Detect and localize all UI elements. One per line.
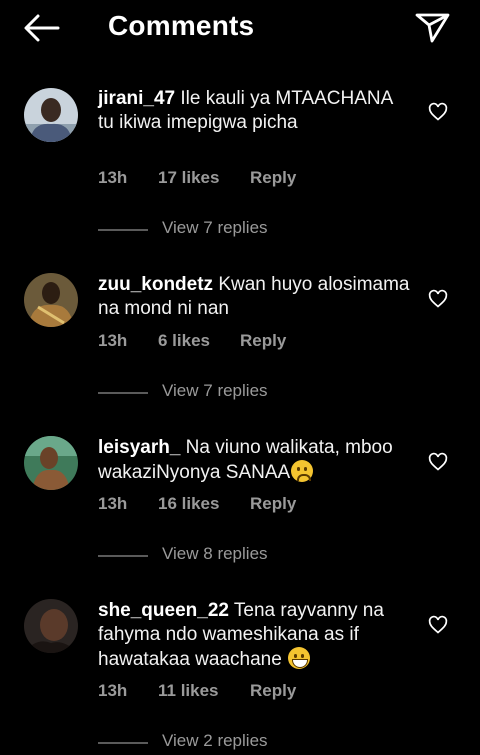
comment-likes[interactable]: 17 likes [158, 168, 219, 188]
reply-button[interactable]: Reply [250, 168, 296, 188]
divider-line [98, 742, 148, 744]
view-replies-button[interactable]: View 8 replies [98, 544, 358, 568]
avatar[interactable] [24, 273, 78, 327]
comment-time: 13h [98, 168, 128, 187]
reply-button[interactable]: Reply [250, 494, 296, 514]
page-title: Comments [108, 10, 255, 41]
arrow-left-icon [24, 14, 60, 42]
send-icon [415, 13, 450, 43]
comment-username[interactable]: leisyarh_ [98, 437, 180, 458]
avatar[interactable] [24, 599, 78, 653]
divider-line [98, 229, 148, 231]
like-button[interactable] [428, 615, 448, 635]
divider-line [98, 555, 148, 557]
like-button[interactable] [428, 102, 448, 122]
view-replies-label: View 7 replies [162, 381, 268, 400]
comment-likes[interactable]: 16 likes [158, 494, 219, 514]
top-bar: Comments [0, 0, 480, 56]
heart-icon [428, 615, 448, 634]
avatar[interactable] [24, 436, 78, 490]
reply-button[interactable]: Reply [240, 331, 286, 351]
sad-face-emoji [291, 460, 314, 482]
comment-time: 13h [98, 331, 128, 350]
comment-username[interactable]: jirani_47 [98, 88, 175, 109]
comment-text: jirani_47 Ile kauli ya MTAACHANA tu ikiw… [98, 87, 410, 135]
comment-text: she_queen_22 Tena rayvanny na fahyma ndo… [98, 599, 410, 672]
view-replies-label: View 8 replies [162, 544, 268, 563]
comment-time: 13h [98, 681, 128, 700]
send-button[interactable] [412, 10, 452, 44]
divider-line [98, 392, 148, 394]
comment-likes[interactable]: 6 likes [158, 331, 210, 351]
reply-button[interactable]: Reply [250, 681, 296, 701]
comment-text: zuu_kondetz Kwan huyo alosimama na mond … [98, 273, 410, 321]
view-replies-button[interactable]: View 7 replies [98, 381, 358, 405]
heart-icon [428, 102, 448, 121]
view-replies-label: View 2 replies [162, 731, 268, 750]
avatar[interactable] [24, 88, 78, 142]
heart-icon [428, 289, 448, 308]
comment-username[interactable]: zuu_kondetz [98, 274, 213, 295]
back-button[interactable] [22, 12, 62, 44]
like-button[interactable] [428, 289, 448, 309]
comment-text: leisyarh_ Na viuno walikata, mboo wakazi… [98, 436, 410, 485]
like-button[interactable] [428, 452, 448, 472]
comment-likes[interactable]: 11 likes [158, 681, 219, 701]
view-replies-label: View 7 replies [162, 218, 268, 237]
comment-time: 13h [98, 494, 128, 513]
comment-username[interactable]: she_queen_22 [98, 600, 229, 621]
heart-icon [428, 452, 448, 471]
grinning-face-emoji [288, 647, 311, 669]
view-replies-button[interactable]: View 2 replies [98, 731, 358, 755]
view-replies-button[interactable]: View 7 replies [98, 218, 358, 242]
